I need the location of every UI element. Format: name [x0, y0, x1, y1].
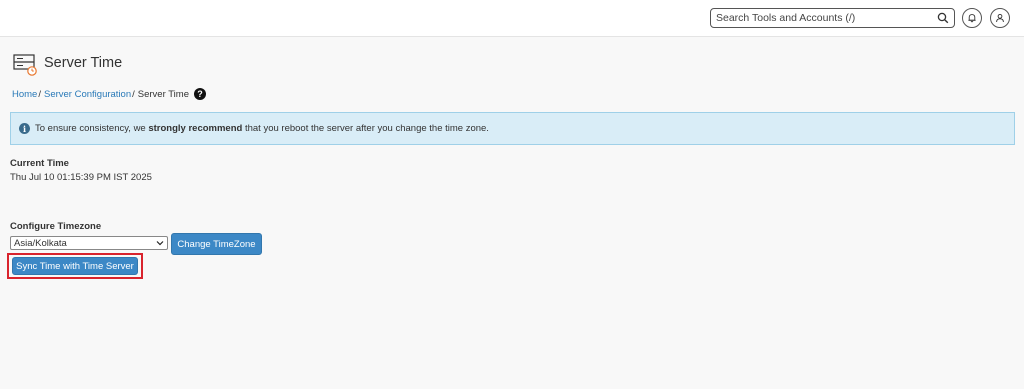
notifications-button[interactable]: [962, 8, 982, 28]
alert-text-after: that you reboot the server after you cha…: [242, 123, 489, 134]
timezone-selected-value: Asia/Kolkata: [14, 237, 67, 249]
breadcrumb-current: Server Time: [137, 88, 189, 100]
top-bar: [0, 0, 1024, 37]
alert-text-before: To ensure consistency, we: [35, 123, 149, 134]
breadcrumb-server-configuration-link[interactable]: Server Configuration: [44, 89, 131, 100]
alert-message: To ensure consistency, we strongly recom…: [35, 123, 489, 134]
info-icon: i: [19, 123, 30, 134]
server-clock-icon: [13, 54, 37, 76]
search-input[interactable]: [711, 9, 931, 27]
user-icon: [996, 13, 1004, 23]
user-menu-button[interactable]: [990, 8, 1010, 28]
breadcrumb-separator: /: [132, 88, 135, 100]
info-alert: i To ensure consistency, we strongly rec…: [10, 112, 1015, 145]
bell-icon: [968, 14, 976, 23]
change-timezone-button[interactable]: Change TimeZone: [171, 233, 262, 255]
page-title: Server Time: [44, 55, 123, 71]
search-icon[interactable]: [937, 12, 949, 24]
sync-time-button[interactable]: Sync Time with Time Server: [12, 257, 138, 275]
breadcrumb: Home / Server Configuration / Server Tim…: [12, 88, 206, 100]
configure-timezone-label: Configure Timezone: [10, 221, 102, 232]
help-icon[interactable]: ?: [193, 88, 206, 100]
current-time-label: Current Time: [10, 158, 69, 169]
breadcrumb-separator: /: [38, 88, 41, 100]
breadcrumb-home-link[interactable]: Home: [12, 89, 37, 100]
alert-text-strong: strongly recommend: [148, 123, 243, 134]
current-time-value: Thu Jul 10 01:15:39 PM IST 2025: [10, 172, 152, 183]
chevron-down-icon: [156, 241, 164, 246]
search-box[interactable]: [710, 8, 955, 28]
sync-button-highlight: Sync Time with Time Server: [7, 253, 143, 279]
timezone-select[interactable]: Asia/Kolkata: [10, 236, 168, 250]
